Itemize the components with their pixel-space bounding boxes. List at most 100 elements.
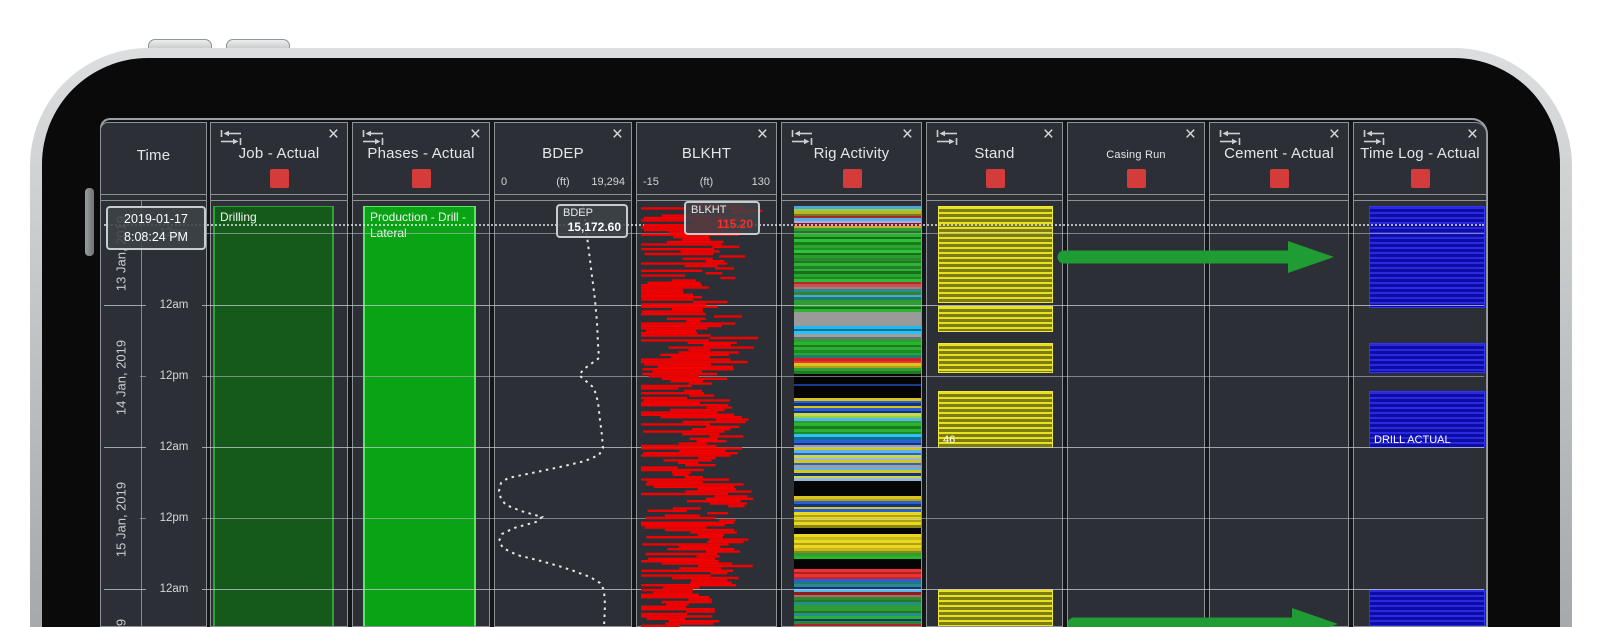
rig-activity-stripes[interactable] bbox=[794, 206, 921, 626]
activity-stripe bbox=[794, 386, 921, 398]
track-header-rig[interactable]: × Rig Activity bbox=[782, 123, 921, 195]
scale-max: 19,294 bbox=[591, 176, 625, 188]
track-title-blkht: BLKHT bbox=[681, 145, 732, 162]
track-title-time: Time bbox=[136, 147, 171, 164]
track-header-job[interactable]: × Job - Actual bbox=[211, 123, 347, 195]
timelog-block-label: DRILL ACTUAL bbox=[1374, 434, 1451, 446]
close-icon[interactable]: × bbox=[1467, 125, 1478, 144]
track-title-timelog: Time Log - Actual bbox=[1360, 145, 1480, 162]
timelog-block[interactable] bbox=[1369, 343, 1485, 373]
track-color-indicator[interactable] bbox=[270, 169, 289, 188]
stand-block[interactable] bbox=[938, 589, 1053, 626]
track-title-phases: Phases - Actual bbox=[367, 145, 475, 162]
scale-max: 130 bbox=[751, 176, 770, 188]
track-rig: × Rig Activity bbox=[781, 122, 922, 627]
track-title-cement: Cement - Actual bbox=[1224, 145, 1334, 162]
track-color-indicator[interactable] bbox=[842, 169, 862, 188]
track-color-indicator[interactable] bbox=[1127, 169, 1146, 188]
track-scale-bdep: 0 (ft) 19,294 bbox=[495, 176, 631, 191]
resize-track-icon[interactable] bbox=[1362, 129, 1386, 146]
stage: Time 13 Jan, 2019 14 Jan, 2019 15 Jan, 2019… bbox=[0, 0, 1600, 627]
activity-stripe bbox=[794, 312, 921, 326]
track-stand: × Stand 46 bbox=[926, 122, 1063, 627]
track-content-blkht bbox=[637, 201, 776, 626]
stand-block[interactable] bbox=[938, 306, 1053, 332]
stand-block[interactable]: 46 bbox=[938, 391, 1053, 448]
stand-block[interactable] bbox=[938, 343, 1053, 373]
track-blkht: × BLKHT -15 (ft) 130 bbox=[636, 122, 777, 627]
cursor-tracking-line bbox=[104, 224, 1484, 226]
blkht-tooltip-name: BLKHT bbox=[691, 204, 727, 216]
blkht-tooltip-value: 115.20 bbox=[716, 217, 753, 232]
track-cement: × Cement - Actual bbox=[1209, 122, 1349, 627]
track-scale-blkht: -15 (ft) 130 bbox=[637, 176, 776, 191]
track-phases: × Phases - Actual Production - Drill - Lat… bbox=[352, 122, 490, 627]
track-content-cement bbox=[1210, 201, 1348, 626]
resize-track-icon[interactable] bbox=[219, 129, 243, 146]
track-content-job: Drilling bbox=[211, 201, 347, 626]
cursor-time-tooltip: 2019-01-17 8:08:24 PM bbox=[106, 206, 206, 251]
bdep-tooltip-name: BDEP bbox=[563, 207, 593, 219]
track-header-timelog[interactable]: × Time Log - Actual bbox=[1354, 123, 1486, 195]
bdep-value-tooltip: BDEP 15,172.60 bbox=[556, 204, 628, 238]
stand-block[interactable] bbox=[938, 206, 1053, 303]
track-header-cement[interactable]: × Cement - Actual bbox=[1210, 123, 1348, 195]
activity-stripe bbox=[794, 481, 921, 496]
track-color-indicator[interactable] bbox=[412, 169, 431, 188]
date-label: 16 Jan, 2019 bbox=[114, 602, 129, 626]
tracks-area: Time 13 Jan, 2019 14 Jan, 2019 15 Jan, 2019… bbox=[0, 0, 1600, 627]
close-icon[interactable]: × bbox=[1043, 125, 1054, 144]
track-content-stand: 46 bbox=[927, 201, 1062, 626]
close-icon[interactable]: × bbox=[902, 125, 913, 144]
track-title-job: Job - Actual bbox=[238, 145, 320, 162]
close-icon[interactable]: × bbox=[1185, 125, 1196, 144]
close-icon[interactable]: × bbox=[1329, 125, 1340, 144]
bdep-tooltip-value: 15,172.60 bbox=[567, 220, 621, 235]
track-color-indicator[interactable] bbox=[1411, 169, 1430, 188]
close-icon[interactable]: × bbox=[612, 125, 623, 144]
resize-track-icon[interactable] bbox=[790, 129, 814, 146]
resize-track-icon[interactable] bbox=[361, 129, 385, 146]
track-title-casing: Casing Run bbox=[1106, 149, 1166, 161]
track-casing: × Casing Run bbox=[1067, 122, 1205, 627]
close-icon[interactable]: × bbox=[470, 125, 481, 144]
timelog-block[interactable] bbox=[1369, 589, 1485, 626]
job-event-bar[interactable]: Drilling bbox=[213, 206, 334, 626]
track-content-rig bbox=[782, 201, 921, 626]
track-title-bdep: BDEP bbox=[542, 145, 584, 162]
close-icon[interactable]: × bbox=[757, 125, 768, 144]
track-header-time[interactable]: Time bbox=[101, 123, 206, 195]
track-timelog: × Time Log - Actual DRILL ACTUAL bbox=[1353, 122, 1487, 627]
track-content-timelog: DRILL ACTUAL bbox=[1354, 201, 1486, 626]
track-color-indicator[interactable] bbox=[1270, 169, 1289, 188]
close-icon[interactable]: × bbox=[328, 125, 339, 144]
resize-track-icon[interactable] bbox=[935, 129, 959, 146]
track-color-indicator[interactable] bbox=[985, 169, 1005, 188]
cursor-clock: 8:08:24 PM bbox=[124, 230, 188, 245]
phases-event-bar[interactable]: Production - Drill - Lateral bbox=[363, 206, 476, 626]
timelog-block[interactable]: DRILL ACTUAL bbox=[1369, 391, 1485, 448]
resize-track-icon[interactable] bbox=[1218, 129, 1242, 146]
date-label: 15 Jan, 2019 bbox=[113, 481, 129, 558]
track-header-phases[interactable]: × Phases - Actual bbox=[353, 123, 489, 195]
track-content-phases: Production - Drill - Lateral bbox=[353, 201, 489, 626]
track-time: Time 13 Jan, 2019 14 Jan, 2019 15 Jan, 2019… bbox=[100, 122, 207, 627]
track-bdep: × BDEP 0 (ft) 19,294 bbox=[494, 122, 632, 627]
activity-stripe bbox=[794, 559, 921, 569]
time-axis-line bbox=[141, 201, 142, 626]
activity-stripe bbox=[794, 374, 921, 384]
timelog-block[interactable] bbox=[1369, 206, 1485, 308]
track-content-bdep bbox=[495, 201, 631, 626]
track-title-rig: Rig Activity bbox=[813, 145, 890, 162]
track-header-bdep[interactable]: × BDEP 0 (ft) 19,294 bbox=[495, 123, 631, 195]
track-content-time: 13 Jan, 201914 Jan, 201915 Jan, 201916 J… bbox=[101, 201, 206, 626]
blkht-value-tooltip: BLKHT 115.20 bbox=[684, 201, 760, 235]
track-header-blkht[interactable]: × BLKHT -15 (ft) 130 bbox=[637, 123, 776, 195]
date-label: 14 Jan, 2019 bbox=[113, 339, 129, 416]
track-header-casing[interactable]: × Casing Run bbox=[1068, 123, 1204, 195]
track-job: × Job - Actual Drilling bbox=[210, 122, 348, 627]
stand-block-label: 46 bbox=[943, 434, 956, 446]
cursor-date: 2019-01-17 bbox=[124, 212, 188, 226]
track-header-stand[interactable]: × Stand bbox=[927, 123, 1062, 195]
track-content-casing bbox=[1068, 201, 1204, 626]
